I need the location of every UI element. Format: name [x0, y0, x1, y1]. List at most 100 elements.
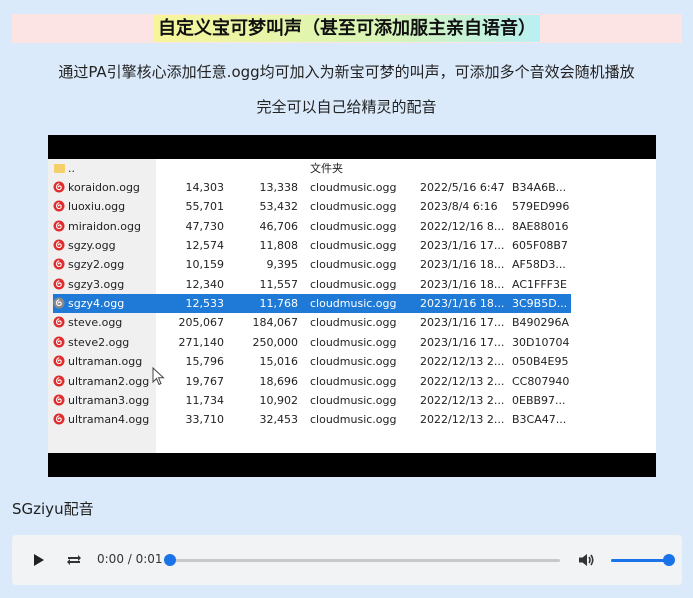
file-row[interactable]: miraidon.ogg 47,730 46,706 cloudmusic.ogg 20… [48, 217, 656, 236]
file-size: 47,730 [185, 219, 225, 233]
file-modified: 2023/1/16 17... [420, 239, 505, 253]
time-display: 0:00 / 0:01 [97, 552, 163, 566]
netease-music-icon [53, 258, 65, 270]
file-folder: cloudmusic.ogg [310, 413, 397, 427]
file-row[interactable]: sgzy3.ogg 12,340 11,557 cloudmusic.ogg 2023/… [48, 275, 656, 294]
file-folder: cloudmusic.ogg [310, 355, 397, 369]
file-name: sgzy4.ogg [68, 297, 125, 311]
netease-music-icon [53, 394, 65, 406]
file-folder: cloudmusic.ogg [310, 239, 397, 253]
file-crc: AF58D3... [512, 258, 566, 272]
file-name: sgzy2.ogg [68, 258, 125, 272]
file-size: 33,710 [185, 413, 225, 427]
description-line-1: 通过PA引擎核心添加任意.ogg均可加入为新宝可梦的叫声，可添加多个音效会随机播… [58, 63, 635, 81]
netease-music-icon [53, 181, 65, 193]
page-title: 自定义宝可梦叫声（甚至可添加服主亲自语音） [154, 15, 540, 42]
file-packed-size: 15,016 [259, 355, 299, 369]
file-crc: 050B4E95 [512, 355, 569, 369]
audio-caption: SGziyu配音 [12, 500, 94, 518]
file-name: ultraman4.ogg [68, 413, 150, 427]
file-row[interactable]: steve2.ogg 271,140 250,000 cloudmusic.ogg 20… [48, 333, 656, 352]
file-modified: 2023/1/16 18... [420, 297, 505, 311]
file-folder: cloudmusic.ogg [310, 316, 397, 330]
file-crc: 30D10704 [512, 335, 570, 349]
file-packed-size: 11,768 [259, 297, 299, 311]
file-name: sgzy.ogg [68, 239, 116, 253]
file-name: ultraman.ogg [68, 355, 143, 369]
volume-fill [611, 559, 669, 562]
file-modified: 2022/12/13 2... [420, 374, 505, 388]
title-banner: 自定义宝可梦叫声（甚至可添加服主亲自语音） [12, 14, 682, 43]
description-line-2: 完全可以自己给精灵的配音 [256, 98, 437, 116]
parent-folder-name: .. [68, 162, 75, 175]
file-size: 10,159 [185, 258, 225, 272]
file-row[interactable]: ultraman4.ogg 33,710 32,453 cloudmusic.ogg 2… [48, 410, 656, 429]
file-row[interactable]: luoxiu.ogg 55,701 53,432 cloudmusic.ogg 2023… [48, 197, 656, 216]
file-modified: 2023/1/16 18... [420, 277, 505, 291]
file-row[interactable]: ultraman3.ogg 11,734 10,902 cloudmusic.ogg 2… [48, 391, 656, 410]
volume-handle[interactable] [663, 554, 675, 566]
file-crc: 579ED996 [512, 200, 570, 214]
file-name: ultraman3.ogg [68, 393, 150, 407]
file-row[interactable]: ultraman.ogg 15,796 15,016 cloudmusic.ogg 20… [48, 352, 656, 371]
folder-icon [54, 164, 65, 173]
audio-player: 0:00 / 0:01 [12, 535, 682, 585]
netease-music-icon [53, 220, 65, 232]
file-packed-size: 9,395 [266, 258, 299, 272]
file-modified: 2023/1/16 17... [420, 316, 505, 330]
file-row[interactable]: steve.ogg 205,067 184,067 cloudmusic.ogg 202… [48, 313, 656, 332]
file-size: 55,701 [185, 200, 225, 214]
parent-folder-row[interactable]: .. 文件夹 [48, 159, 656, 178]
seek-handle[interactable] [164, 554, 176, 566]
file-name: ultraman2.ogg [68, 374, 150, 388]
file-row[interactable]: koraidon.ogg 14,303 13,338 cloudmusic.ogg 20… [48, 178, 656, 197]
netease-music-icon [53, 200, 65, 212]
file-modified: 2023/1/16 18... [420, 258, 505, 272]
netease-music-icon [53, 239, 65, 251]
file-size: 15,796 [185, 355, 225, 369]
netease-music-icon [53, 297, 65, 309]
seek-bar[interactable] [170, 559, 560, 562]
volume-slider[interactable] [611, 559, 669, 562]
file-name: steve2.ogg [68, 335, 130, 349]
file-crc: B490296A [512, 316, 570, 330]
file-explorer: .. 文件夹 koraidon.ogg 14,303 13,338 cloudmusi… [48, 159, 656, 453]
volume-icon[interactable] [576, 550, 596, 570]
file-row[interactable]: sgzy2.ogg 10,159 9,395 cloudmusic.ogg 2023/1… [48, 255, 656, 274]
file-size: 12,340 [185, 277, 225, 291]
file-packed-size: 250,000 [252, 335, 299, 349]
file-crc: B34A6B... [512, 181, 567, 194]
play-icon[interactable] [28, 550, 48, 570]
file-modified: 2023/8/4 6:16 [420, 200, 498, 214]
file-crc: B3CA47... [512, 413, 567, 427]
file-modified: 2022/12/16 8... [420, 219, 505, 233]
file-folder: cloudmusic.ogg [310, 297, 397, 311]
file-folder: cloudmusic.ogg [310, 393, 397, 407]
file-name: sgzy3.ogg [68, 277, 125, 291]
file-row[interactable]: ultraman2.ogg 19,767 18,696 cloudmusic.ogg 2… [48, 372, 656, 391]
netease-music-icon [53, 355, 65, 367]
netease-music-icon [53, 278, 65, 290]
netease-music-icon [53, 375, 65, 386]
column-header-folder: 文件夹 [310, 162, 343, 175]
file-size: 12,574 [185, 239, 225, 253]
file-row[interactable]: sgzy.ogg 12,574 11,808 cloudmusic.ogg 2023/1… [48, 236, 656, 255]
file-row[interactable]: sgzy4.ogg 12,533 11,768 cloudmusic.ogg 2023/… [48, 294, 656, 314]
file-folder: cloudmusic.ogg [310, 219, 397, 233]
file-modified: 2022/12/13 2... [420, 413, 505, 427]
netease-music-icon [53, 413, 65, 425]
file-name: steve.ogg [68, 316, 123, 330]
file-name: luoxiu.ogg [68, 200, 126, 214]
netease-music-icon [53, 316, 65, 328]
file-folder: cloudmusic.ogg [310, 181, 397, 194]
file-packed-size: 184,067 [252, 316, 299, 330]
file-folder: cloudmusic.ogg [310, 200, 397, 214]
file-size: 11,734 [185, 393, 225, 407]
file-name: koraidon.ogg [68, 181, 140, 194]
loop-icon[interactable] [64, 550, 84, 570]
screenshot-image: .. 文件夹 koraidon.ogg 14,303 13,338 cloudmusi… [48, 135, 656, 477]
file-size: 19,767 [185, 374, 225, 388]
file-size: 12,533 [185, 297, 225, 311]
file-modified: 2022/5/16 6:47 [420, 181, 505, 194]
file-packed-size: 53,432 [259, 200, 299, 214]
